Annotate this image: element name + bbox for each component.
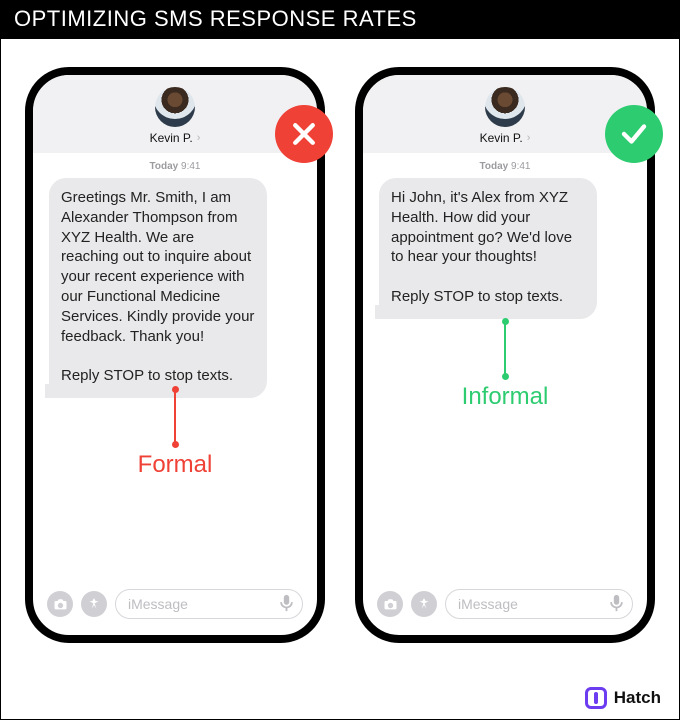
message-input-placeholder: iMessage <box>458 596 518 612</box>
messages-area: Greetings Mr. Smith, I am Alexander Thom… <box>33 178 317 579</box>
brand-logo-icon <box>585 687 607 709</box>
input-bar: iMessage <box>33 579 317 635</box>
contact-name-row[interactable]: Kevin P. › <box>150 131 201 145</box>
brand-footer: Hatch <box>585 687 661 709</box>
x-icon <box>289 119 319 149</box>
message-input[interactable]: iMessage <box>115 589 303 619</box>
microphone-icon[interactable] <box>280 594 293 615</box>
message-bubble: Hi John, it's Alex from XYZ Health. How … <box>379 178 597 319</box>
input-bar: iMessage <box>363 579 647 635</box>
avatar <box>485 87 525 127</box>
contact-name: Kevin P. <box>480 131 523 145</box>
diagram-canvas: Kevin P. › Today 9:41 Greetings Mr. Smit… <box>0 39 680 720</box>
example-informal: Kevin P. › Today 9:41 Hi John, it's Alex… <box>355 67 655 719</box>
check-icon <box>619 119 649 149</box>
style-label-informal: Informal <box>462 383 549 411</box>
chat-header: Kevin P. › <box>33 75 317 153</box>
correct-badge <box>605 105 663 163</box>
camera-icon[interactable] <box>377 591 403 617</box>
style-label-formal: Formal <box>138 451 213 479</box>
wrong-badge <box>275 105 333 163</box>
message-bubble: Greetings Mr. Smith, I am Alexander Thom… <box>49 178 267 398</box>
contact-name-row[interactable]: Kevin P. › <box>480 131 531 145</box>
example-formal: Kevin P. › Today 9:41 Greetings Mr. Smit… <box>25 67 325 719</box>
microphone-icon[interactable] <box>610 594 623 615</box>
app-store-icon[interactable] <box>81 591 107 617</box>
chat-header: Kevin P. › <box>363 75 647 153</box>
chevron-right-icon: › <box>197 132 201 144</box>
timestamp: Today 9:41 <box>363 161 647 172</box>
connector-line <box>504 321 506 375</box>
connector-dot <box>502 373 509 380</box>
brand-name: Hatch <box>614 688 661 708</box>
camera-icon[interactable] <box>47 591 73 617</box>
contact-name: Kevin P. <box>150 131 193 145</box>
message-input[interactable]: iMessage <box>445 589 633 619</box>
timestamp: Today 9:41 <box>33 161 317 172</box>
connector-line <box>174 389 176 443</box>
chevron-right-icon: › <box>527 132 531 144</box>
page-title: OPTIMIZING SMS RESPONSE RATES <box>0 0 680 39</box>
connector-dot <box>172 441 179 448</box>
message-input-placeholder: iMessage <box>128 596 188 612</box>
avatar <box>155 87 195 127</box>
app-store-icon[interactable] <box>411 591 437 617</box>
phone-mockup: Kevin P. › Today 9:41 Greetings Mr. Smit… <box>25 67 325 643</box>
